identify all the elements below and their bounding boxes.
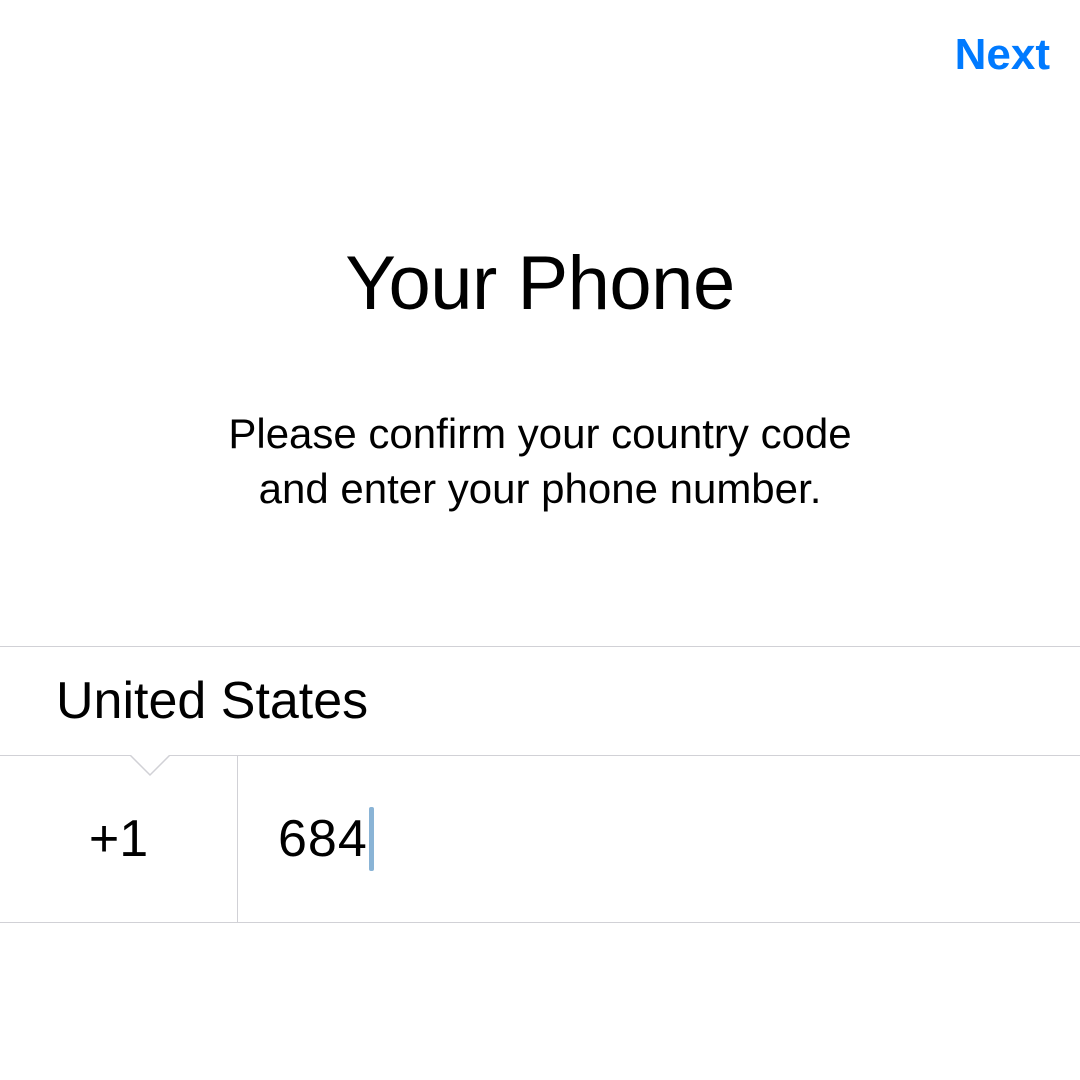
- phone-form: United States +1: [0, 646, 1080, 923]
- phone-row: +1: [0, 755, 1080, 923]
- phone-number-input[interactable]: [278, 809, 1080, 869]
- country-selector[interactable]: United States: [0, 646, 1080, 755]
- header-area: Your Phone Please confirm your country c…: [0, 0, 1080, 516]
- page-title: Your Phone: [0, 240, 1080, 327]
- subtitle-line-2: and enter your phone number.: [259, 465, 822, 512]
- phone-input-wrap: [238, 756, 1080, 922]
- next-button[interactable]: Next: [955, 30, 1050, 80]
- text-caret: [369, 807, 374, 871]
- country-code-field[interactable]: +1: [0, 756, 238, 922]
- page-subtitle: Please confirm your country code and ent…: [0, 407, 1080, 516]
- subtitle-line-1: Please confirm your country code: [228, 410, 851, 457]
- nav-bar: Next: [955, 30, 1050, 80]
